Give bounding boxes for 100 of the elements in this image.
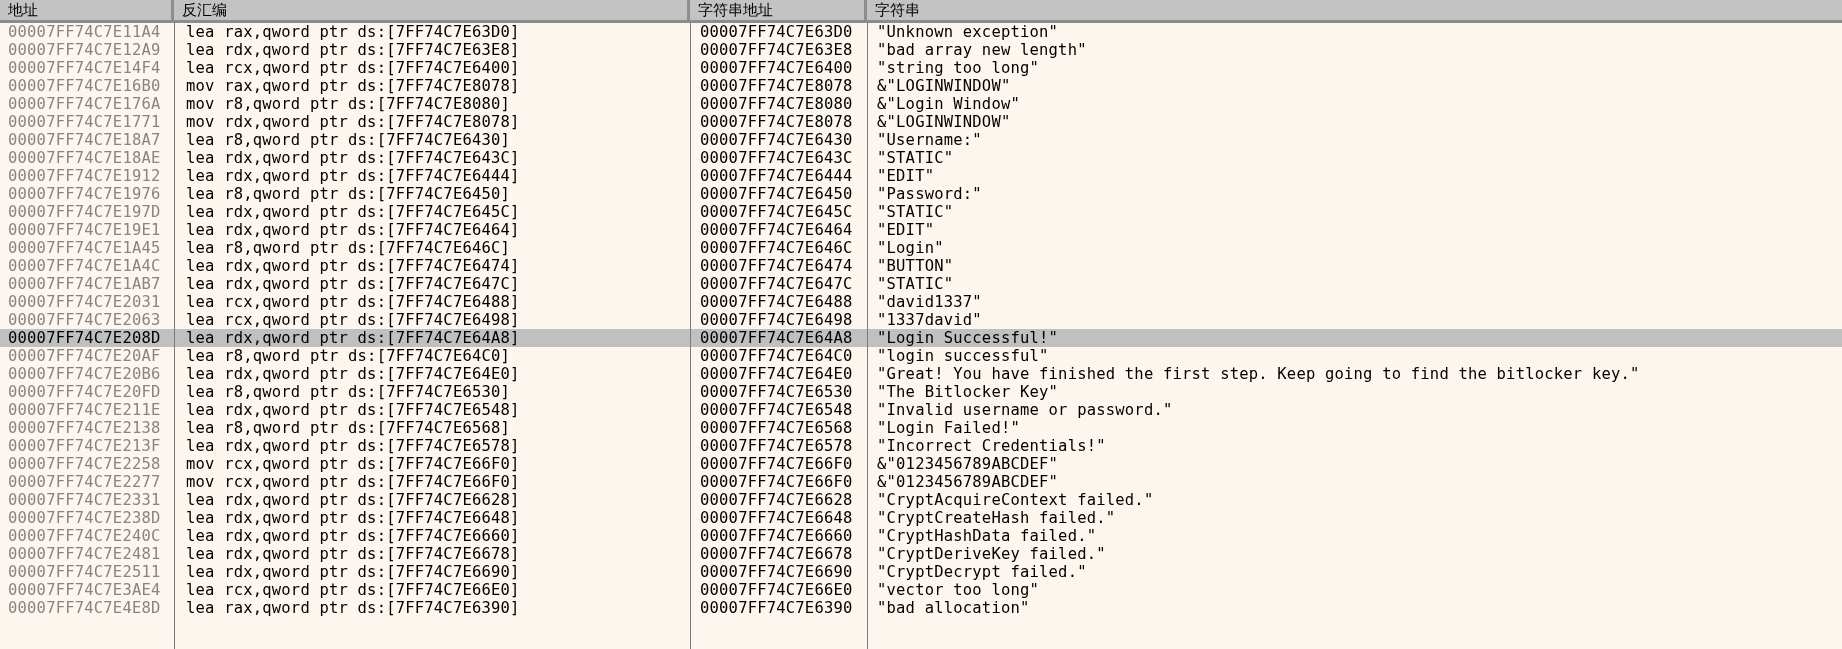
table-row[interactable]: 00007FF74C7E1912 lea rdx,qword ptr ds:[7FF74C7E6444] 00007FF74C7E6444 "EDIT" [0,167,1842,185]
string-cell: "Unknown exception" [867,23,1842,41]
string-address-cell: 00007FF74C7E66F0 [690,455,867,473]
string-cell: &"Login Window" [867,95,1842,113]
address-cell-text: 00007FF74C7E238D [7,509,162,527]
table-row[interactable]: 00007FF74C7E2511 lea rdx,qword ptr ds:[7FF74C7E6690] 00007FF74C7E6690 "CryptDecrypt failed." [0,563,1842,581]
table-row[interactable]: 00007FF74C7E2331 lea rdx,qword ptr ds:[7FF74C7E6628] 00007FF74C7E6628 "CryptAcquireContext failed." [0,491,1842,509]
string-address-cell: 00007FF74C7E64C0 [690,347,867,365]
table-row[interactable]: 00007FF74C7E20FD lea r8,qword ptr ds:[7FF74C7E6530] 00007FF74C7E6530 "The Bitlocker Key" [0,383,1842,401]
address-cell-text: 00007FF74C7E1912 [7,167,162,185]
address-cell-text: 00007FF74C7E2138 [7,419,162,437]
string-cell: "CryptCreateHash failed." [867,509,1842,527]
disassembly-cell: lea rdx,qword ptr ds:[7FF74C7E6464] [174,221,690,239]
string-address-cell: 00007FF74C7E6488 [690,293,867,311]
table-row[interactable]: 00007FF74C7E2277 mov rcx,qword ptr ds:[7FF74C7E66F0] 00007FF74C7E66F0 &"0123456789ABCDEF" [0,473,1842,491]
table-row[interactable]: 00007FF74C7E14F4 lea rcx,qword ptr ds:[7FF74C7E6400] 00007FF74C7E6400 "string too long" [0,59,1842,77]
disassembly-cell: lea r8,qword ptr ds:[7FF74C7E64C0] [174,347,690,365]
table-row[interactable]: 00007FF74C7E240C lea rdx,qword ptr ds:[7FF74C7E6660] 00007FF74C7E6660 "CryptHashData failed." [0,527,1842,545]
string-cell: "Login" [867,239,1842,257]
disassembly-cell: lea r8,qword ptr ds:[7FF74C7E6430] [174,131,690,149]
disassembly-cell: mov rdx,qword ptr ds:[7FF74C7E8078] [174,113,690,131]
address-cell-text: 00007FF74C7E197D [7,203,162,221]
address-cell-text: 00007FF74C7E211E [7,401,162,419]
table-row[interactable]: 00007FF74C7E1AB7 lea rdx,qword ptr ds:[7FF74C7E647C] 00007FF74C7E647C "STATIC" [0,275,1842,293]
disassembly-cell: lea rdx,qword ptr ds:[7FF74C7E647C] [174,275,690,293]
address-cell-text: 00007FF74C7E1976 [7,185,162,203]
string-cell: "CryptDecrypt failed." [867,563,1842,581]
string-address-cell: 00007FF74C7E6648 [690,509,867,527]
table-row[interactable]: 00007FF74C7E2258 mov rcx,qword ptr ds:[7FF74C7E66F0] 00007FF74C7E66F0 &"0123456789ABCDEF" [0,455,1842,473]
table-row[interactable]: 00007FF74C7E18A7 lea r8,qword ptr ds:[7FF74C7E6430] 00007FF74C7E6430 "Username:" [0,131,1842,149]
disassembly-cell: mov rcx,qword ptr ds:[7FF74C7E66F0] [174,455,690,473]
string-cell: "EDIT" [867,167,1842,185]
table-row[interactable]: 00007FF74C7E1771 mov rdx,qword ptr ds:[7FF74C7E8078] 00007FF74C7E8078 &"LOGINWINDOW" [0,113,1842,131]
string-address-cell: 00007FF74C7E6690 [690,563,867,581]
table-row[interactable]: 00007FF74C7E1A4C lea rdx,qword ptr ds:[7FF74C7E6474] 00007FF74C7E6474 "BUTTON" [0,257,1842,275]
string-cell: &"LOGINWINDOW" [867,113,1842,131]
column-header[interactable]: 字符串地址 [690,0,867,20]
disassembly-cell: lea rax,qword ptr ds:[7FF74C7E63D0] [174,23,690,41]
address-cell-text: 00007FF74C7E20AF [7,347,162,365]
table-row[interactable]: 00007FF74C7E238D lea rdx,qword ptr ds:[7FF74C7E6648] 00007FF74C7E6648 "CryptCreateHash failed." [0,509,1842,527]
disassembly-cell: lea rax,qword ptr ds:[7FF74C7E6390] [174,599,690,617]
disassembly-cell: lea rcx,qword ptr ds:[7FF74C7E6400] [174,59,690,77]
table-row[interactable]: 00007FF74C7E211E lea rdx,qword ptr ds:[7FF74C7E6548] 00007FF74C7E6548 "Invalid username or password." [0,401,1842,419]
table-row[interactable]: 00007FF74C7E1976 lea r8,qword ptr ds:[7FF74C7E6450] 00007FF74C7E6450 "Password:" [0,185,1842,203]
table-row[interactable]: 00007FF74C7E1A45 lea r8,qword ptr ds:[7FF74C7E646C] 00007FF74C7E646C "Login" [0,239,1842,257]
table-row[interactable]: 00007FF74C7E4E8D lea rax,qword ptr ds:[7FF74C7E6390] 00007FF74C7E6390 "bad allocation" [0,599,1842,617]
table-row[interactable]: 00007FF74C7E20AF lea r8,qword ptr ds:[7FF74C7E64C0] 00007FF74C7E64C0 "login successful" [0,347,1842,365]
table-row[interactable]: 00007FF74C7E197D lea rdx,qword ptr ds:[7FF74C7E645C] 00007FF74C7E645C "STATIC" [0,203,1842,221]
disassembly-cell: lea rdx,qword ptr ds:[7FF74C7E63E8] [174,41,690,59]
disassembly-cell: mov rax,qword ptr ds:[7FF74C7E8078] [174,77,690,95]
string-address-cell: 00007FF74C7E6444 [690,167,867,185]
table-row[interactable]: 00007FF74C7E213F lea rdx,qword ptr ds:[7FF74C7E6578] 00007FF74C7E6578 "Incorrect Credentials!" [0,437,1842,455]
address-cell-text: 00007FF74C7E176A [7,95,162,113]
disassembly-cell: lea rdx,qword ptr ds:[7FF74C7E6660] [174,527,690,545]
string-cell: "david1337" [867,293,1842,311]
table-row[interactable]: 00007FF74C7E16B0 mov rax,qword ptr ds:[7FF74C7E8078] 00007FF74C7E8078 &"LOGINWINDOW" [0,77,1842,95]
table-row[interactable]: 00007FF74C7E176A mov r8,qword ptr ds:[7FF74C7E8080] 00007FF74C7E8080 &"Login Window" [0,95,1842,113]
string-address-cell: 00007FF74C7E643C [690,149,867,167]
string-cell: "Invalid username or password." [867,401,1842,419]
disassembly-cell: lea rdx,qword ptr ds:[7FF74C7E6678] [174,545,690,563]
table-row[interactable]: 00007FF74C7E11A4 lea rax,qword ptr ds:[7FF74C7E63D0] 00007FF74C7E63D0 "Unknown exception" [0,23,1842,41]
address-cell-text: 00007FF74C7E2331 [7,491,162,509]
address-cell-text: 00007FF74C7E12A9 [7,41,162,59]
string-address-cell: 00007FF74C7E64E0 [690,365,867,383]
address-cell-text: 00007FF74C7E240C [7,527,162,545]
column-header[interactable]: 地址 [0,0,174,20]
address-cell-text: 00007FF74C7E3AE4 [7,581,162,599]
address-cell-text: 00007FF74C7E2481 [7,545,162,563]
table-row[interactable]: 00007FF74C7E18AE lea rdx,qword ptr ds:[7FF74C7E643C] 00007FF74C7E643C "STATIC" [0,149,1842,167]
table-row[interactable]: 00007FF74C7E2031 lea rcx,qword ptr ds:[7FF74C7E6488] 00007FF74C7E6488 "david1337" [0,293,1842,311]
disassembly-cell: lea rdx,qword ptr ds:[7FF74C7E64E0] [174,365,690,383]
string-cell: "EDIT" [867,221,1842,239]
string-address-cell: 00007FF74C7E6450 [690,185,867,203]
table-row[interactable]: 00007FF74C7E20B6 lea rdx,qword ptr ds:[7FF74C7E64E0] 00007FF74C7E64E0 "Great! You have finished the first step. Keep going to find the bitlocker key." [0,365,1842,383]
string-address-cell: 00007FF74C7E646C [690,239,867,257]
address-cell-text: 00007FF74C7E1A4C [7,257,162,275]
string-cell: "STATIC" [867,149,1842,167]
string-address-cell: 00007FF74C7E6568 [690,419,867,437]
string-address-cell: 00007FF74C7E63E8 [690,41,867,59]
selected-table-row[interactable]: 00007FF74C7E208D lea rdx,qword ptr ds:[7FF74C7E64A8] 00007FF74C7E64A8 "Login Successful!" [0,329,1842,347]
string-address-cell: 00007FF74C7E6390 [690,599,867,617]
column-header[interactable]: 字符串 [867,0,1842,20]
table-row[interactable]: 00007FF74C7E2138 lea r8,qword ptr ds:[7FF74C7E6568] 00007FF74C7E6568 "Login Failed!" [0,419,1842,437]
string-cell: "Incorrect Credentials!" [867,437,1842,455]
string-cell: "Login Successful!" [867,329,1842,347]
table-row[interactable]: 00007FF74C7E19E1 lea rdx,qword ptr ds:[7FF74C7E6464] 00007FF74C7E6464 "EDIT" [0,221,1842,239]
disassembly-cell: lea rcx,qword ptr ds:[7FF74C7E66E0] [174,581,690,599]
string-cell: "vector too long" [867,581,1842,599]
string-address-cell: 00007FF74C7E6578 [690,437,867,455]
string-address-cell: 00007FF74C7E6628 [690,491,867,509]
table-row[interactable]: 00007FF74C7E12A9 lea rdx,qword ptr ds:[7FF74C7E63E8] 00007FF74C7E63E8 "bad array new length" [0,41,1842,59]
disassembly-cell: lea rdx,qword ptr ds:[7FF74C7E6690] [174,563,690,581]
table-row[interactable]: 00007FF74C7E2481 lea rdx,qword ptr ds:[7FF74C7E6678] 00007FF74C7E6678 "CryptDeriveKey failed." [0,545,1842,563]
column-header[interactable]: 反汇编 [174,0,690,20]
address-cell-text: 00007FF74C7E4E8D [7,599,162,617]
disassembly-cell: lea rdx,qword ptr ds:[7FF74C7E64A8] [174,329,690,347]
disassembly-cell: mov rcx,qword ptr ds:[7FF74C7E66F0] [174,473,690,491]
string-address-cell: 00007FF74C7E66E0 [690,581,867,599]
table-row[interactable]: 00007FF74C7E3AE4 lea rcx,qword ptr ds:[7FF74C7E66E0] 00007FF74C7E66E0 "vector too long" [0,581,1842,599]
address-cell-text: 00007FF74C7E208D [7,329,162,347]
